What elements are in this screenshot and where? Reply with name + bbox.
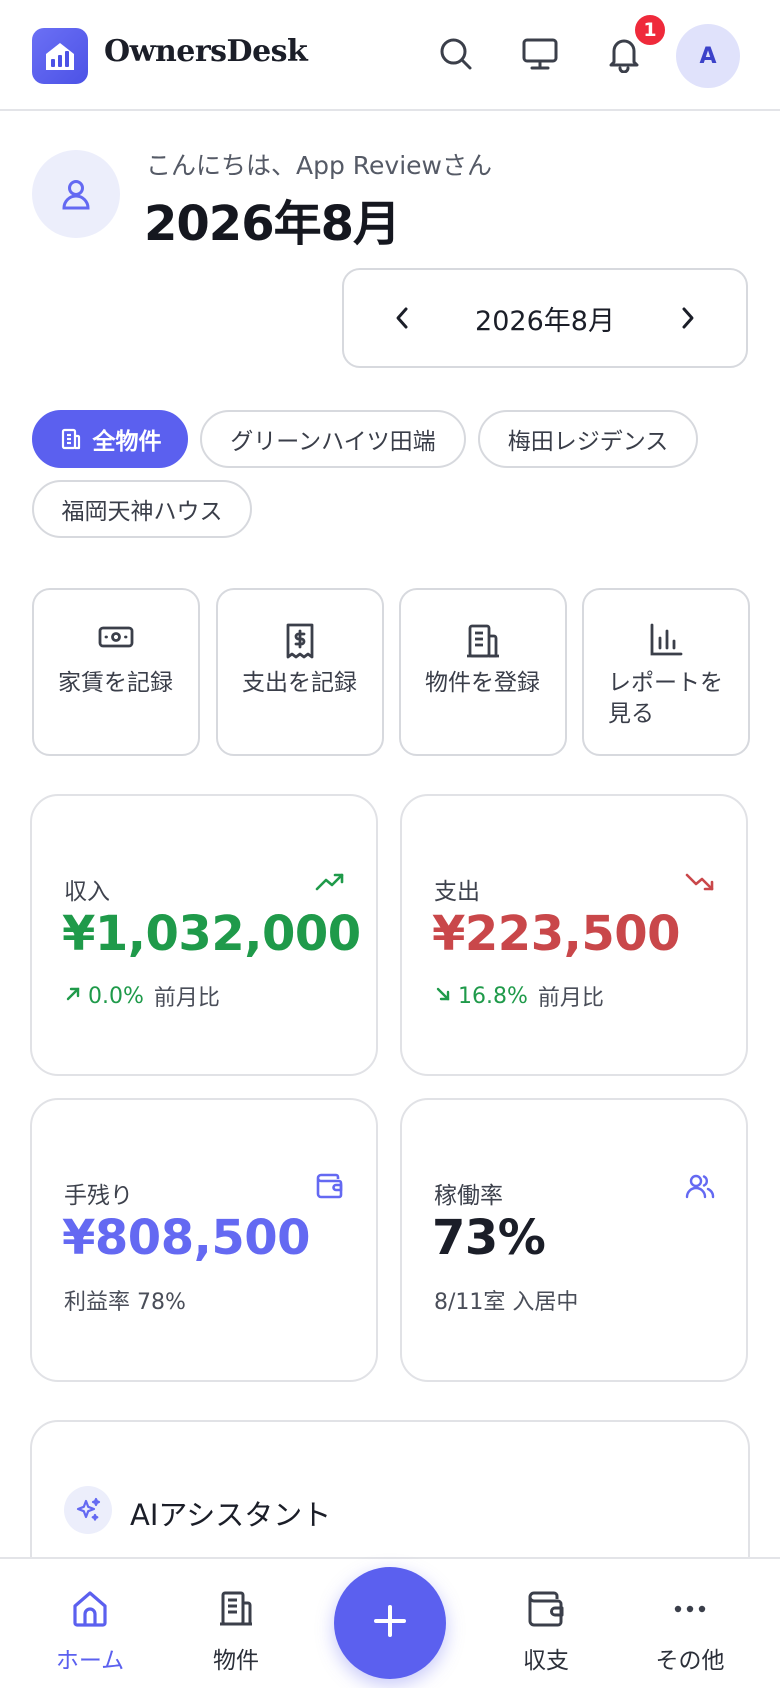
expense-value: ¥223,500 (432, 906, 681, 962)
occupancy-detail: 8/11室 入居中 (434, 1290, 579, 1315)
register-property-button[interactable]: 物件を登録 (399, 588, 567, 756)
sparkles-icon (64, 1486, 112, 1534)
app-name: OwnersDesk (104, 34, 308, 69)
card-title: 収入 (64, 879, 110, 905)
cash-icon (34, 622, 198, 652)
wallet-icon (314, 1170, 346, 1202)
arrow-up-right-icon (64, 984, 82, 1009)
ai-assistant-title: AIアシスタント (130, 1498, 332, 1532)
nav-finance[interactable]: 収支 (476, 1589, 616, 1675)
occupancy-value: 73% (432, 1210, 546, 1266)
quick-action-label: 家賃を記録 (58, 670, 173, 696)
chevron-left-icon[interactable] (388, 304, 416, 332)
trending-down-icon (684, 866, 716, 898)
record-expense-button[interactable]: 支出を記録 (216, 588, 384, 756)
quick-action-label: 物件を登録 (425, 670, 540, 696)
income-value: ¥1,032,000 (62, 906, 361, 962)
change-label: 前月比 (153, 986, 220, 1011)
nav-properties[interactable]: 物件 (166, 1589, 306, 1675)
card-title: 手残り (64, 1183, 133, 1209)
building-icon (216, 1589, 256, 1633)
more-dots-icon (670, 1589, 710, 1633)
app-header: OwnersDesk 1 A (0, 0, 780, 111)
notification-badge: 1 (632, 12, 668, 48)
home-icon (70, 1589, 110, 1633)
building-icon (59, 427, 83, 451)
filter-chip-fukuoka[interactable]: 福岡天神ハウス (32, 480, 252, 538)
nav-more[interactable]: その他 (620, 1589, 760, 1675)
change-label: 前月比 (537, 986, 604, 1011)
nav-label: 収支 (523, 1648, 569, 1674)
income-change: 0.0% 前月比 (64, 980, 220, 1012)
income-card[interactable]: 収入 ¥1,032,000 0.0% 前月比 (30, 794, 378, 1076)
chart-icon (584, 622, 748, 658)
quick-action-label: レポートを見る (608, 670, 723, 727)
greeting-text: こんにちは、App Reviewさん (146, 151, 492, 180)
wallet-icon (526, 1589, 566, 1633)
app-logo-icon[interactable] (32, 28, 88, 84)
receipt-icon (218, 622, 382, 660)
filter-chip-umeda[interactable]: 梅田レジデンス (478, 410, 698, 468)
profit-rate: 利益率 78% (64, 1290, 186, 1315)
arrow-down-right-icon (434, 984, 452, 1009)
nav-home[interactable]: ホーム (20, 1589, 160, 1675)
net-income-value: ¥808,500 (62, 1210, 311, 1266)
search-icon[interactable] (434, 32, 478, 76)
month-label: 2026年8月 (475, 305, 615, 337)
users-icon (684, 1170, 716, 1202)
filter-chip-label: グリーンハイツ田端 (230, 429, 436, 455)
expense-change: 16.8% 前月比 (434, 980, 604, 1012)
add-button[interactable] (334, 1567, 446, 1679)
trending-up-icon (314, 866, 346, 898)
nav-label: その他 (655, 1648, 725, 1674)
occupancy-card[interactable]: 稼働率 73% 8/11室 入居中 (400, 1098, 748, 1382)
nav-label: ホーム (55, 1648, 125, 1674)
filter-chip-label: 梅田レジデンス (507, 429, 669, 455)
change-percent: 0.0% (88, 983, 144, 1009)
record-rent-button[interactable]: 家賃を記録 (32, 588, 200, 756)
filter-chip-green-heights[interactable]: グリーンハイツ田端 (200, 410, 466, 468)
plus-icon (370, 1601, 410, 1645)
view-report-button[interactable]: レポートを見る (582, 588, 750, 756)
building-icon (401, 622, 565, 660)
page-title: 2026年8月 (144, 196, 401, 252)
card-title: 支出 (434, 879, 480, 905)
card-title: 稼働率 (434, 1183, 503, 1209)
filter-chip-all[interactable]: 全物件 (32, 410, 188, 468)
month-picker: 2026年8月 (342, 268, 748, 368)
quick-action-label: 支出を記録 (242, 670, 357, 696)
monitor-icon[interactable] (518, 32, 562, 76)
filter-chip-label: 福岡天神ハウス (61, 499, 223, 525)
chevron-right-icon[interactable] (674, 304, 702, 332)
change-percent: 16.8% (458, 983, 528, 1009)
net-income-card[interactable]: 手残り ¥808,500 利益率 78% (30, 1098, 378, 1382)
user-avatar[interactable]: A (676, 24, 740, 88)
user-icon (32, 150, 120, 238)
filter-chip-label: 全物件 (92, 429, 162, 455)
nav-label: 物件 (213, 1648, 259, 1674)
expense-card[interactable]: 支出 ¥223,500 16.8% 前月比 (400, 794, 748, 1076)
